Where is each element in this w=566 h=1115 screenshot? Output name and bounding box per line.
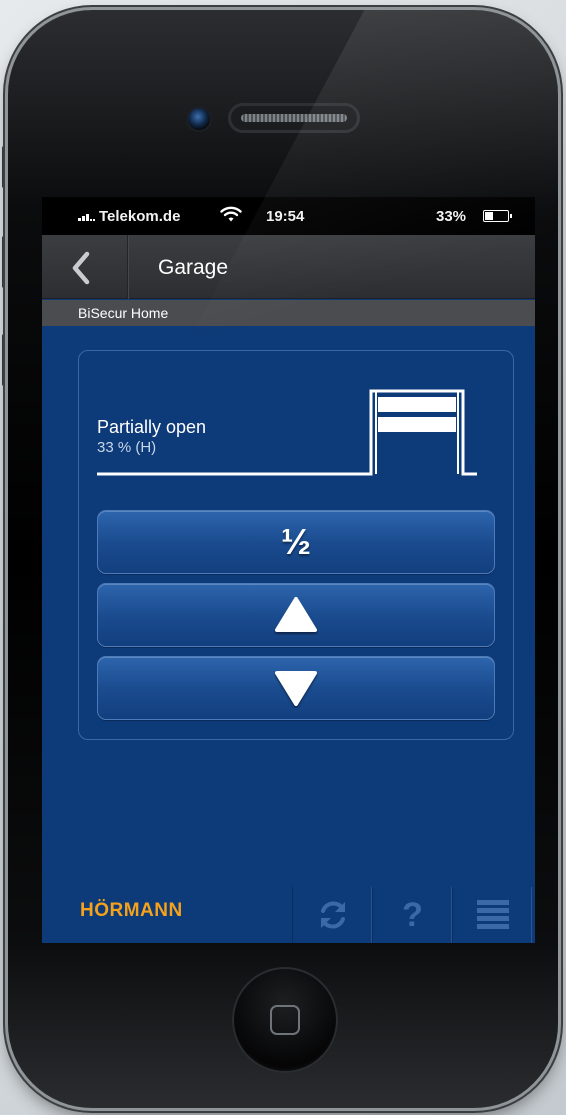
door-position-label: 33 % (H) [97, 439, 157, 456]
status-bar: Telekom.de 19:54 33% [42, 197, 535, 235]
location-bar: BiSecur Home [42, 300, 535, 326]
brand-logo: HÖRMANN [80, 900, 183, 921]
navigation-bar: Garage [42, 235, 535, 299]
refresh-button[interactable] [292, 887, 372, 943]
help-icon: ? [402, 895, 423, 934]
home-button[interactable] [232, 967, 338, 1073]
help-button[interactable]: ? [372, 887, 452, 943]
home-square-icon [270, 1005, 300, 1035]
triangle-up-icon [275, 597, 317, 632]
refresh-icon [320, 901, 345, 929]
app-screen: Telekom.de 19:54 33% Garage BiSecur Home… [42, 197, 535, 943]
battery-icon [483, 210, 512, 222]
footer-toolbar: HÖRMANN ? [42, 877, 535, 943]
back-button[interactable] [42, 235, 128, 299]
chevron-left-icon [72, 251, 90, 285]
half-label: ½ [280, 521, 312, 562]
page-title: Garage [158, 256, 229, 279]
menu-lines-icon [476, 900, 509, 929]
wifi-icon [220, 205, 242, 227]
signal-bars-icon [78, 214, 95, 221]
front-camera [186, 106, 212, 132]
door-control-panel: Partially open 33 % (H) ½ [78, 350, 514, 740]
door-state-label: Partially open [97, 417, 207, 437]
carrier-name: Telekom.de [99, 208, 181, 225]
close-button[interactable] [97, 656, 495, 720]
status-time: 19:54 [266, 208, 305, 225]
door-status: Partially open 33 % (H) [97, 417, 206, 456]
menu-button[interactable] [452, 887, 532, 943]
phone-body: Telekom.de 19:54 33% Garage BiSecur Home… [8, 10, 558, 1108]
open-button[interactable] [97, 583, 495, 647]
location-label: BiSecur Home [78, 305, 169, 321]
half-open-button[interactable]: ½ [97, 510, 495, 574]
triangle-down-icon [275, 671, 317, 706]
earpiece-speaker [228, 103, 360, 133]
battery-percent: 33% [436, 208, 467, 225]
